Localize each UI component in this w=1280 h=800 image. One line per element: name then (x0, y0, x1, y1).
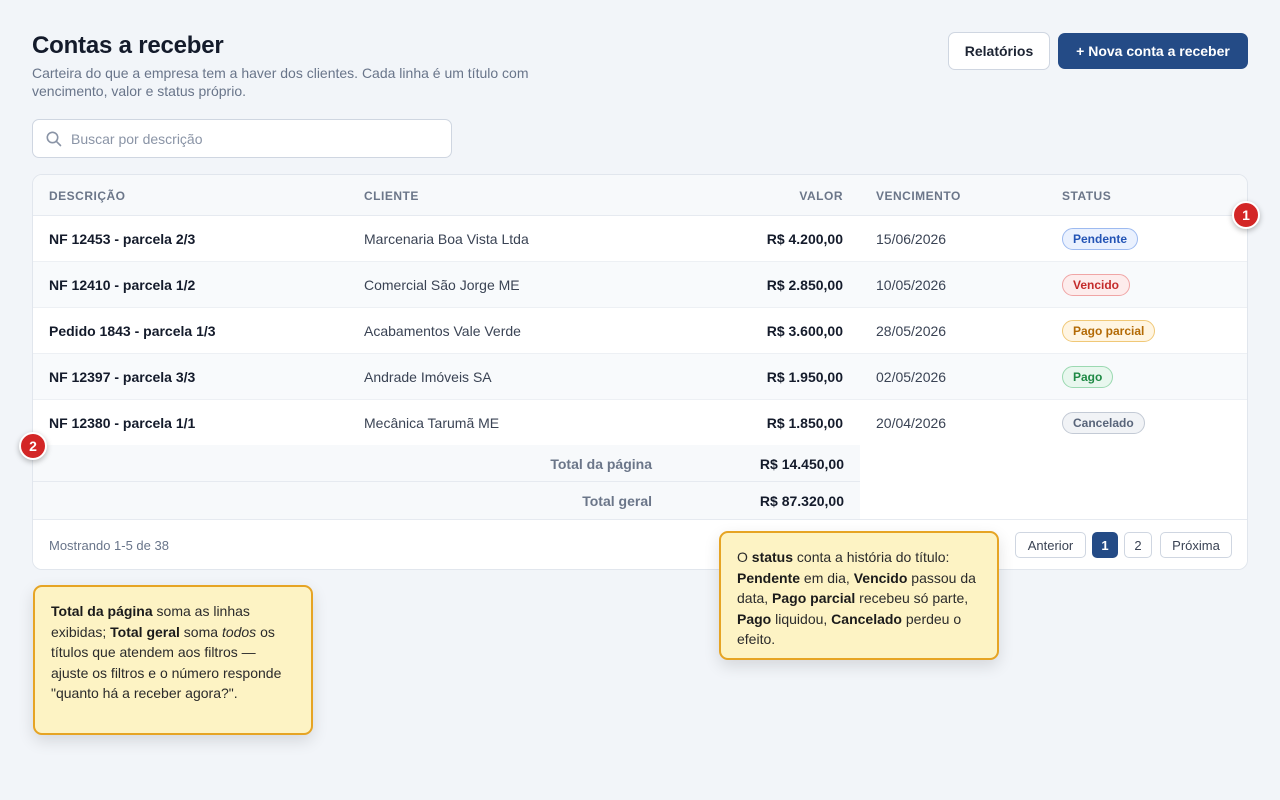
page-total-label: Total da página (550, 456, 652, 472)
grand-total-label: Total geral (582, 493, 652, 509)
totals-explanation-note: Total da página soma as linhas exibidas;… (33, 585, 313, 735)
row-description: NF 12410 - parcela 1/2 (49, 277, 196, 293)
grand-total-row: Total geral R$ 87.320,00 (33, 482, 860, 519)
previous-page-button[interactable]: Anterior (1015, 532, 1086, 558)
column-header-value[interactable]: VALOR (799, 189, 843, 203)
table-row[interactable]: NF 12410 - parcela 1/2 Comercial São Jor… (33, 262, 1247, 308)
row-description: NF 12453 - parcela 2/3 (49, 231, 196, 247)
column-header-client[interactable]: CLIENTE (364, 189, 419, 203)
grand-total-value: R$ 87.320,00 (759, 493, 844, 509)
row-client: Acabamentos Vale Verde (364, 323, 521, 339)
status-explanation-note: O status conta a história do título: Pen… (719, 531, 999, 660)
note-text-segment: O (737, 549, 752, 565)
note-text-segment: liquidou, (771, 610, 832, 627)
row-description: NF 12397 - parcela 3/3 (49, 369, 196, 385)
column-header-status[interactable]: STATUS (1062, 189, 1111, 203)
row-client: Marcenaria Boa Vista Ltda (364, 231, 529, 247)
note-text-segment: Total da página (51, 603, 153, 619)
pagination-summary: Mostrando 1-5 de 38 (49, 538, 169, 553)
page-2-button[interactable]: 2 (1124, 532, 1152, 558)
status-badge: Vencido (1062, 274, 1131, 296)
row-value: R$ 3.600,00 (766, 323, 843, 339)
status-badge: Cancelado (1062, 412, 1145, 434)
column-header-description[interactable]: DESCRIÇÃO (49, 189, 126, 203)
status-badge: Pendente (1062, 228, 1139, 250)
row-client: Comercial São Jorge ME (364, 277, 520, 293)
note-text-segment: todos (221, 623, 257, 640)
table-row[interactable]: NF 12397 - parcela 3/3 Andrade Imóveis S… (33, 354, 1247, 400)
receivables-table: DESCRIÇÃO CLIENTE VALOR VENCIMENTO STATU… (32, 174, 1248, 570)
table-header: DESCRIÇÃO CLIENTE VALOR VENCIMENTO STATU… (33, 175, 1247, 216)
page-total-value: R$ 14.450,00 (759, 456, 844, 472)
row-due-date: 20/04/2026 (876, 415, 947, 431)
table-row[interactable]: NF 12453 - parcela 2/3 Marcenaria Boa Vi… (33, 216, 1247, 262)
note-text-segment: Total geral (110, 623, 180, 640)
search-box[interactable] (32, 119, 452, 158)
search-input[interactable] (71, 130, 441, 147)
new-receivable-button[interactable]: + Nova conta a receber (1058, 33, 1248, 69)
note-text-segment: Vencido (853, 569, 908, 586)
page-1-button[interactable]: 1 (1092, 532, 1118, 558)
row-due-date: 28/05/2026 (876, 323, 947, 339)
totals-spacer (860, 445, 1247, 519)
column-header-due-date[interactable]: VENCIMENTO (876, 189, 961, 203)
row-due-date: 02/05/2026 (876, 369, 947, 385)
row-due-date: 10/05/2026 (876, 277, 947, 293)
note-text-segment: recebeu só parte, (855, 590, 969, 606)
row-due-date: 15/06/2026 (876, 231, 947, 247)
row-client: Mecânica Tarumã ME (364, 415, 500, 431)
status-badge: Pago parcial (1062, 320, 1156, 342)
row-value: R$ 1.850,00 (766, 415, 843, 431)
row-description: Pedido 1843 - parcela 1/3 (49, 323, 216, 339)
callout-marker-1[interactable]: 1 (1232, 201, 1260, 229)
search-icon (45, 130, 63, 148)
note-text-segment: soma (179, 623, 222, 640)
status-badge: Pago (1062, 366, 1114, 388)
table-row[interactable]: Pedido 1843 - parcela 1/3 Acabamentos Va… (33, 308, 1247, 354)
note-text-segment: Pendente (737, 569, 801, 586)
page-total-row: Total da página R$ 14.450,00 (33, 445, 860, 482)
reports-button[interactable]: Relatórios (948, 32, 1050, 70)
row-client: Andrade Imóveis SA (364, 369, 492, 385)
row-value: R$ 1.950,00 (766, 369, 843, 385)
callout-marker-2[interactable]: 2 (19, 432, 47, 460)
row-description: NF 12380 - parcela 1/1 (49, 415, 196, 431)
page-title: Contas a receber (32, 32, 224, 59)
note-text-segment: status (751, 549, 794, 565)
note-text-segment: Pago parcial (772, 590, 856, 606)
row-value: R$ 2.850,00 (766, 277, 843, 293)
table-footer: Mostrando 1-5 de 38 Anterior 1 2 Próxima (33, 519, 1247, 569)
note-text-segment: Cancelado (831, 610, 902, 627)
page-subtitle: Carteira do que a empresa tem a haver do… (32, 65, 529, 99)
note-text-segment: Pago (737, 610, 772, 627)
row-value: R$ 4.200,00 (766, 231, 843, 247)
note-text-segment: conta a história do título: (793, 549, 950, 565)
table-row[interactable]: NF 12380 - parcela 1/1 Mecânica Tarumã M… (33, 400, 1247, 446)
next-page-button[interactable]: Próxima (1160, 532, 1232, 558)
note-text-segment: em dia, (800, 569, 854, 586)
